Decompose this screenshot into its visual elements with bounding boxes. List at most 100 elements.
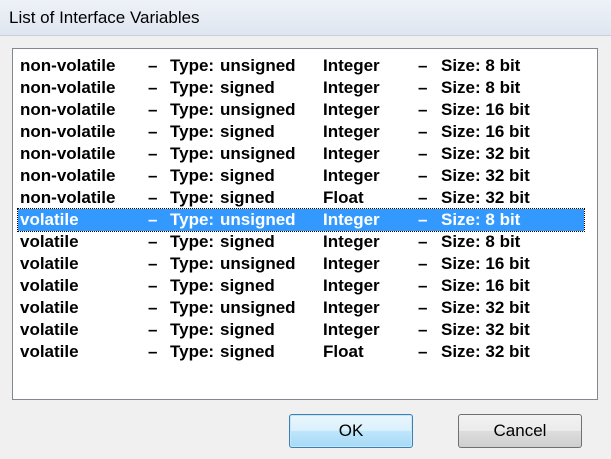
volatility-text: non-volatile bbox=[20, 100, 116, 119]
separator-text: – bbox=[148, 254, 158, 273]
volatility-text: volatile bbox=[20, 276, 79, 295]
separator-text: – bbox=[418, 100, 428, 119]
separator-text: – bbox=[418, 276, 428, 295]
separator-text: – bbox=[418, 122, 428, 141]
data-type-text: Integer bbox=[323, 232, 380, 251]
list-item[interactable]: non-volatile – Type: signed Float – Size: 32 b… bbox=[18, 187, 584, 209]
list-item[interactable]: volatile – Type: signed Integer – Size: 16 bit bbox=[18, 275, 584, 297]
type-label-text: Type: bbox=[170, 210, 215, 229]
size-text: Size: 16 bit bbox=[441, 122, 530, 141]
type-label-text: Type: bbox=[170, 166, 215, 185]
signedness-text: signed bbox=[220, 276, 275, 295]
type-label-text: Type: bbox=[170, 298, 215, 317]
volatility-text: non-volatile bbox=[20, 166, 116, 185]
volatility-text: non-volatile bbox=[20, 56, 116, 75]
separator-text: – bbox=[418, 210, 428, 229]
data-type-text: Float bbox=[323, 342, 364, 361]
size-text: Size: 8 bit bbox=[441, 232, 521, 251]
volatility-text: volatile bbox=[20, 232, 79, 251]
signedness-text: unsigned bbox=[220, 144, 296, 163]
list-item[interactable]: volatile – Type: signed Float – Size: 32 bit bbox=[18, 341, 584, 363]
separator-text: – bbox=[418, 320, 428, 339]
signedness-text: signed bbox=[220, 232, 275, 251]
separator-text: – bbox=[148, 342, 158, 361]
data-type-text: Integer bbox=[323, 276, 380, 295]
type-label-text: Type: bbox=[170, 188, 215, 207]
signedness-text: signed bbox=[220, 122, 275, 141]
list-item[interactable]: non-volatile – Type: signed Integer – Size: 32… bbox=[18, 165, 584, 187]
list-item[interactable]: volatile – Type: signed Integer – Size: 32 bit bbox=[18, 319, 584, 341]
type-label-text: Type: bbox=[170, 100, 215, 119]
separator-text: – bbox=[418, 342, 428, 361]
list-item[interactable]: non-volatile – Type: unsigned Integer – Size: … bbox=[18, 99, 584, 121]
type-label-text: Type: bbox=[170, 144, 215, 163]
window-title: List of Interface Variables bbox=[9, 8, 200, 27]
data-type-text: Integer bbox=[323, 144, 380, 163]
signedness-text: signed bbox=[220, 342, 275, 361]
list-item[interactable]: volatile – Type: unsigned Integer – Size: 16 b… bbox=[18, 253, 584, 275]
separator-text: – bbox=[148, 276, 158, 295]
volatility-text: non-volatile bbox=[20, 144, 116, 163]
list-item[interactable]: volatile – Type: unsigned Integer – Size: 32 b… bbox=[18, 297, 584, 319]
data-type-text: Integer bbox=[323, 122, 380, 141]
size-text: Size: 16 bit bbox=[441, 254, 530, 273]
separator-text: – bbox=[418, 232, 428, 251]
signedness-text: signed bbox=[220, 78, 275, 97]
type-label-text: Type: bbox=[170, 122, 215, 141]
list-item[interactable]: non-volatile – Type: unsigned Integer – Size: … bbox=[18, 143, 584, 165]
type-label-text: Type: bbox=[170, 78, 215, 97]
signedness-text: unsigned bbox=[220, 56, 296, 75]
volatility-text: volatile bbox=[20, 342, 79, 361]
separator-text: – bbox=[148, 320, 158, 339]
size-text: Size: 8 bit bbox=[441, 210, 521, 229]
list-item[interactable]: volatile – Type: signed Integer – Size: 8 bit bbox=[18, 231, 584, 253]
data-type-text: Integer bbox=[323, 166, 380, 185]
list-item[interactable]: non-volatile – Type: signed Integer – Size: 8 … bbox=[18, 77, 584, 99]
volatility-text: volatile bbox=[20, 320, 79, 339]
separator-text: – bbox=[418, 56, 428, 75]
title-bar[interactable]: List of Interface Variables bbox=[0, 0, 611, 36]
data-type-text: Integer bbox=[323, 100, 380, 119]
size-text: Size: 16 bit bbox=[441, 100, 530, 119]
separator-text: – bbox=[418, 298, 428, 317]
separator-text: – bbox=[148, 122, 158, 141]
interface-variables-list[interactable]: non-volatile – Type: unsigned Integer – Size: … bbox=[12, 48, 598, 400]
separator-text: – bbox=[418, 166, 428, 185]
volatility-text: volatile bbox=[20, 298, 79, 317]
separator-text: – bbox=[418, 254, 428, 273]
separator-text: – bbox=[148, 232, 158, 251]
separator-text: – bbox=[148, 210, 158, 229]
size-text: Size: 32 bit bbox=[441, 298, 530, 317]
type-label-text: Type: bbox=[170, 254, 215, 273]
list-item[interactable]: non-volatile – Type: signed Integer – Size: 16… bbox=[18, 121, 584, 143]
data-type-text: Integer bbox=[323, 298, 380, 317]
signedness-text: signed bbox=[220, 320, 275, 339]
separator-text: – bbox=[148, 56, 158, 75]
signedness-text: unsigned bbox=[220, 298, 296, 317]
volatility-text: non-volatile bbox=[20, 188, 116, 207]
size-text: Size: 32 bit bbox=[441, 144, 530, 163]
separator-text: – bbox=[418, 78, 428, 97]
data-type-text: Integer bbox=[323, 56, 380, 75]
size-text: Size: 16 bit bbox=[441, 276, 530, 295]
type-label-text: Type: bbox=[170, 320, 215, 339]
separator-text: – bbox=[148, 166, 158, 185]
separator-text: – bbox=[148, 78, 158, 97]
separator-text: – bbox=[148, 188, 158, 207]
type-label-text: Type: bbox=[170, 232, 215, 251]
size-text: Size: 32 bit bbox=[441, 342, 530, 361]
ok-button[interactable]: OK bbox=[289, 414, 413, 448]
separator-text: – bbox=[148, 100, 158, 119]
size-text: Size: 32 bit bbox=[441, 188, 530, 207]
data-type-text: Integer bbox=[323, 320, 380, 339]
data-type-text: Integer bbox=[323, 78, 380, 97]
type-label-text: Type: bbox=[170, 56, 215, 75]
signedness-text: unsigned bbox=[220, 210, 296, 229]
signedness-text: signed bbox=[220, 188, 275, 207]
data-type-text: Integer bbox=[323, 210, 380, 229]
list-item[interactable]: non-volatile – Type: unsigned Integer – Size: … bbox=[18, 55, 584, 77]
signedness-text: signed bbox=[220, 166, 275, 185]
size-text: Size: 8 bit bbox=[441, 56, 521, 75]
list-item[interactable]: volatile – Type: unsigned Integer – Size: 8 bi… bbox=[17, 208, 585, 232]
cancel-button[interactable]: Cancel bbox=[458, 414, 582, 448]
